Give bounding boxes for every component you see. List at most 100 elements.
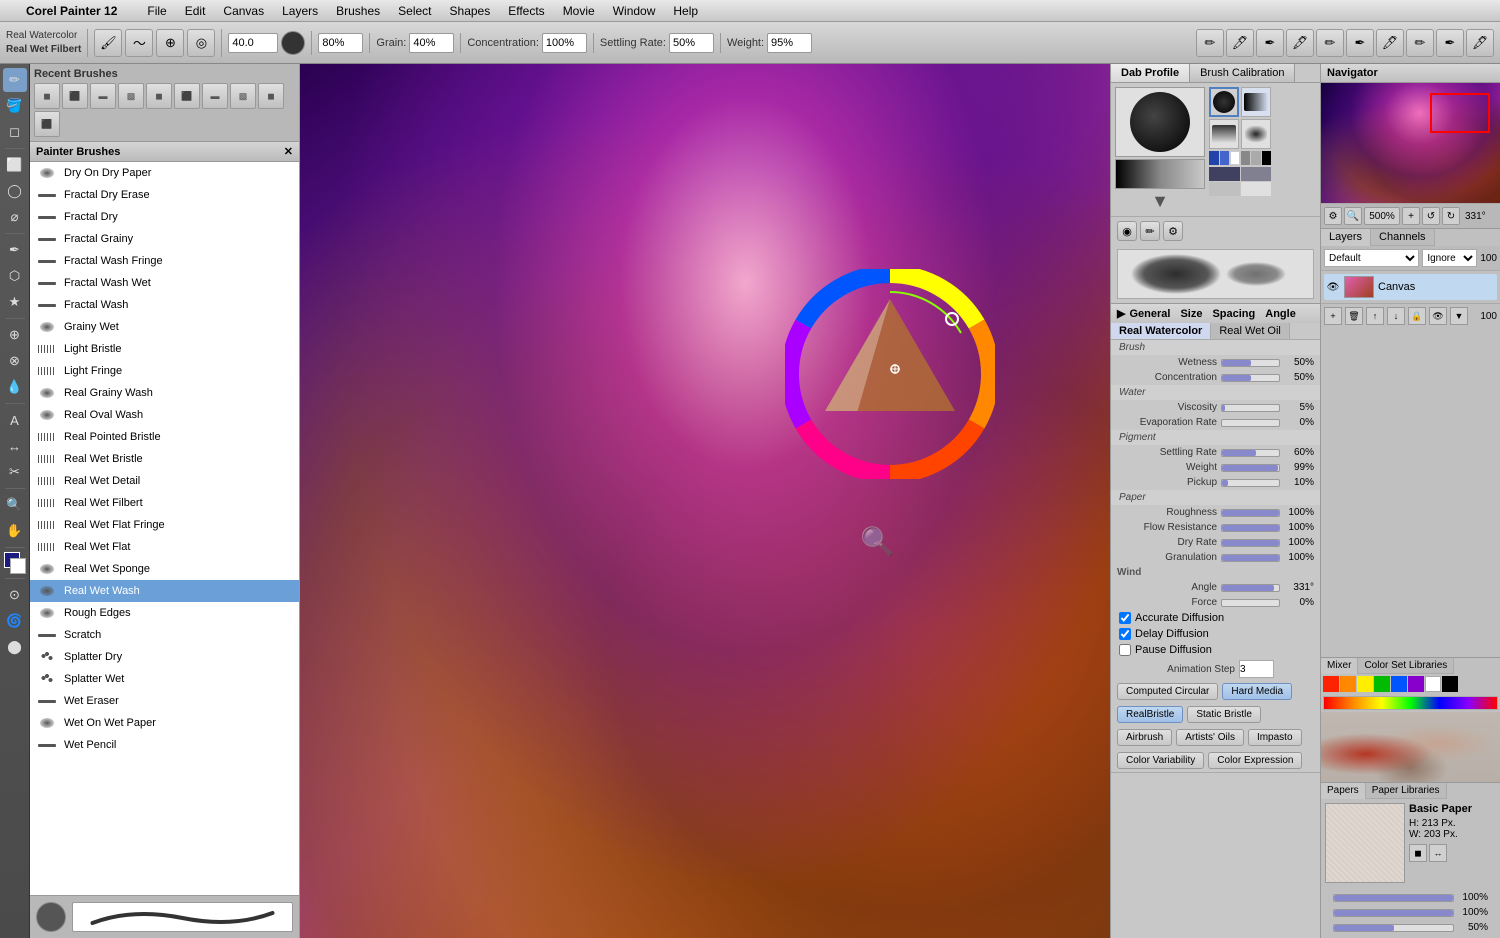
recent-brush-4[interactable]: ▩ bbox=[118, 83, 144, 109]
size-input[interactable] bbox=[228, 33, 278, 53]
tab-real-wet-oil[interactable]: Real Wet Oil bbox=[1211, 323, 1290, 339]
tool-crop[interactable]: ✂ bbox=[3, 460, 27, 484]
tab-paper-libraries[interactable]: Paper Libraries bbox=[1366, 783, 1447, 799]
menu-brushes[interactable]: Brushes bbox=[328, 2, 388, 20]
prop-size-label[interactable]: Size bbox=[1180, 308, 1202, 320]
settling-input[interactable] bbox=[669, 33, 714, 53]
swatch-white[interactable] bbox=[1230, 151, 1240, 165]
brush-item-5[interactable]: Fractal Wash Wet bbox=[30, 272, 299, 294]
dab-icon-2[interactable]: ✏ bbox=[1140, 221, 1160, 241]
tool-transform[interactable]: ↔ bbox=[3, 434, 27, 458]
brush-item-24[interactable]: Wet Eraser bbox=[30, 690, 299, 712]
recent-brush-8[interactable]: ▩ bbox=[230, 83, 256, 109]
brush-item-21[interactable]: Scratch bbox=[30, 624, 299, 646]
prop-spacing-label[interactable]: Spacing bbox=[1212, 308, 1255, 320]
tool-star[interactable]: ★ bbox=[3, 290, 27, 314]
delay-diffusion-checkbox[interactable] bbox=[1119, 628, 1131, 640]
brush-item-0[interactable]: Dry On Dry Paper bbox=[30, 162, 299, 184]
tool-icon-r8[interactable]: ✏ bbox=[1406, 29, 1434, 57]
brush-item-1[interactable]: Fractal Dry Erase bbox=[30, 184, 299, 206]
tool-icon-r9[interactable]: ✒ bbox=[1436, 29, 1464, 57]
nav-btn-1[interactable]: ⚙ bbox=[1324, 207, 1342, 225]
paper-btn-2[interactable]: ↔ bbox=[1429, 844, 1447, 862]
canvas-layer-row[interactable]: 👁 Canvas bbox=[1324, 274, 1497, 300]
btn-airbrush[interactable]: Airbrush bbox=[1117, 729, 1172, 746]
brush-tool-btn-2[interactable]: 〜 bbox=[125, 29, 153, 57]
layer-btn-move-down[interactable]: ↓ bbox=[1387, 307, 1405, 325]
brush-item-3[interactable]: Fractal Grainy bbox=[30, 228, 299, 250]
layer-btn-delete[interactable]: 🗑 bbox=[1345, 307, 1363, 325]
tool-icon-r3[interactable]: ✒ bbox=[1256, 29, 1284, 57]
swatch-light-2[interactable] bbox=[1241, 182, 1272, 196]
grain-input[interactable] bbox=[409, 33, 454, 53]
btn-hard-media[interactable]: Hard Media bbox=[1222, 683, 1292, 700]
mixer-swatch-yellow[interactable] bbox=[1357, 676, 1373, 692]
tool-shape[interactable]: ⬡ bbox=[3, 264, 27, 288]
paper-slider-1[interactable] bbox=[1333, 894, 1454, 902]
brush-item-12[interactable]: Real Pointed Bristle bbox=[30, 426, 299, 448]
swatch-black[interactable] bbox=[1262, 151, 1272, 165]
recent-brush-1[interactable]: ◼ bbox=[34, 83, 60, 109]
menu-layers[interactable]: Layers bbox=[274, 2, 326, 20]
swatch-dark-1[interactable] bbox=[1209, 167, 1240, 181]
btn-real-bristle[interactable]: RealBristle bbox=[1117, 706, 1183, 723]
recent-brush-10[interactable]: ⬛ bbox=[34, 111, 60, 137]
menu-help[interactable]: Help bbox=[665, 2, 706, 20]
weight-input[interactable] bbox=[767, 33, 812, 53]
tool-extra-1[interactable]: ⊙ bbox=[3, 583, 27, 607]
tool-extra-2[interactable]: 🌀 bbox=[3, 609, 27, 633]
tool-pen[interactable]: ✒ bbox=[3, 238, 27, 262]
flow-slider[interactable] bbox=[1221, 524, 1280, 532]
dab-thumb-1[interactable] bbox=[1209, 87, 1239, 117]
settling-slider[interactable] bbox=[1221, 449, 1280, 457]
brush-item-14[interactable]: Real Wet Detail bbox=[30, 470, 299, 492]
pause-diffusion-checkbox[interactable] bbox=[1119, 644, 1131, 656]
brush-item-2[interactable]: Fractal Dry bbox=[30, 206, 299, 228]
btn-color-variability[interactable]: Color Variability bbox=[1117, 752, 1204, 769]
mixer-swatch-black[interactable] bbox=[1442, 676, 1458, 692]
menu-effects[interactable]: Effects bbox=[500, 2, 552, 20]
recent-brush-6[interactable]: ⬛ bbox=[174, 83, 200, 109]
btn-artists-oils[interactable]: Artists' Oils bbox=[1176, 729, 1244, 746]
brush-item-23[interactable]: Splatter Wet bbox=[30, 668, 299, 690]
tab-channels[interactable]: Channels bbox=[1371, 229, 1434, 246]
brush-item-6[interactable]: Fractal Wash bbox=[30, 294, 299, 316]
color-wheel[interactable] bbox=[785, 269, 995, 479]
tab-brush-calibration[interactable]: Brush Calibration bbox=[1190, 64, 1295, 82]
tool-zoom[interactable]: 🔍 bbox=[3, 493, 27, 517]
mixer-swatch-red[interactable] bbox=[1323, 676, 1339, 692]
tab-papers[interactable]: Papers bbox=[1321, 783, 1366, 799]
tool-select-rect[interactable]: ⬜ bbox=[3, 153, 27, 177]
menu-file[interactable]: File bbox=[139, 2, 174, 20]
nav-selection-rect[interactable] bbox=[1430, 93, 1490, 133]
menu-movie[interactable]: Movie bbox=[555, 2, 603, 20]
tool-icon-r1[interactable]: ✏ bbox=[1196, 29, 1224, 57]
brush-item-22[interactable]: Splatter Dry bbox=[30, 646, 299, 668]
brush-item-19[interactable]: Real Wet Wash bbox=[30, 580, 299, 602]
tab-layers[interactable]: Layers bbox=[1321, 229, 1371, 246]
nav-btn-3[interactable]: ↻ bbox=[1442, 207, 1460, 225]
tool-icon-r7[interactable]: 🖊 bbox=[1376, 29, 1404, 57]
tool-clone[interactable]: ⊕ bbox=[3, 323, 27, 347]
btn-computed-circular[interactable]: Computed Circular bbox=[1117, 683, 1218, 700]
menu-shapes[interactable]: Shapes bbox=[442, 2, 499, 20]
viscosity-slider[interactable] bbox=[1221, 404, 1280, 412]
menu-select[interactable]: Select bbox=[390, 2, 439, 20]
tool-icon-r5[interactable]: ✏ bbox=[1316, 29, 1344, 57]
tool-dropper[interactable]: 💧 bbox=[3, 375, 27, 399]
tool-icon-r2[interactable]: 🖊 bbox=[1226, 29, 1254, 57]
mixer-swatch-green[interactable] bbox=[1374, 676, 1390, 692]
brush-item-7[interactable]: Grainy Wet bbox=[30, 316, 299, 338]
recent-brush-3[interactable]: ▬ bbox=[90, 83, 116, 109]
weight-slider[interactable] bbox=[1221, 464, 1280, 472]
tool-rubber[interactable]: ⊗ bbox=[3, 349, 27, 373]
dab-thumb-3[interactable] bbox=[1209, 119, 1239, 149]
recent-brush-2[interactable]: ⬛ bbox=[62, 83, 88, 109]
layer-btn-new[interactable]: + bbox=[1324, 307, 1342, 325]
evaporation-slider[interactable] bbox=[1221, 419, 1280, 427]
brush-item-16[interactable]: Real Wet Flat Fringe bbox=[30, 514, 299, 536]
recent-brush-7[interactable]: ▬ bbox=[202, 83, 228, 109]
dab-thumb-4[interactable] bbox=[1241, 119, 1271, 149]
prop-angle-label[interactable]: Angle bbox=[1265, 308, 1296, 320]
brush-item-15[interactable]: Real Wet Filbert bbox=[30, 492, 299, 514]
